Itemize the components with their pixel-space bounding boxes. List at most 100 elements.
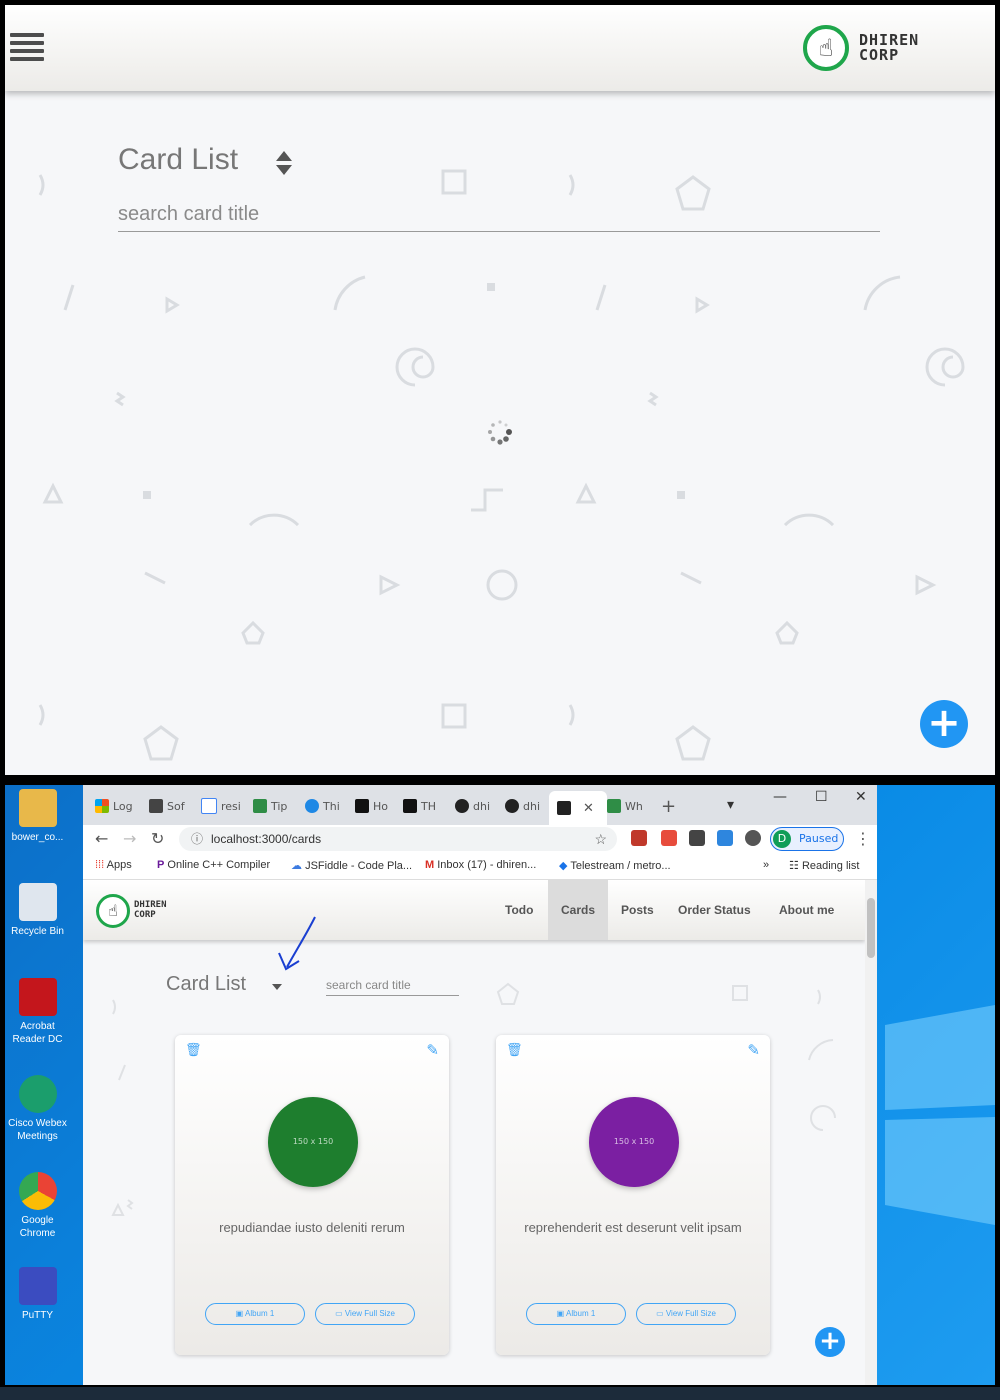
bookmark-item[interactable]: M Inbox (17) - dhiren...: [425, 859, 536, 871]
tab[interactable]: TH: [403, 793, 436, 819]
desktop-icon-label: Recycle Bin: [11, 926, 64, 937]
image-icon: ▣: [235, 1309, 245, 1318]
bookmark-star-icon[interactable]: ☆: [594, 827, 607, 851]
site-logo[interactable]: ☝ DHIREN CORP: [96, 894, 167, 928]
nav-about-me[interactable]: About me: [766, 880, 847, 940]
background-pattern: [38, 169, 965, 761]
desktop-icon-folder[interactable]: bower_co...: [5, 789, 70, 844]
tab[interactable]: Sof: [149, 793, 185, 819]
hand-pointer-icon: ☝: [96, 894, 130, 928]
tab-label: Thi: [323, 799, 340, 813]
card-thumbnail: 150 x 150: [589, 1097, 679, 1187]
profile-button[interactable]: D Paused: [770, 827, 844, 851]
extension-icon[interactable]: [661, 830, 677, 846]
extension-icon[interactable]: [717, 830, 733, 846]
card: 🗑 ✎ 150 x 150 repudiandae iusto deleniti…: [175, 1035, 449, 1355]
tab[interactable]: Log: [95, 793, 133, 819]
annotation-arrow: [278, 916, 316, 971]
desktop-icon-chrome[interactable]: Google Chrome: [5, 1172, 70, 1240]
forward-icon[interactable]: →: [123, 829, 136, 848]
react-icon: [557, 801, 571, 815]
extension-icon[interactable]: [689, 830, 705, 846]
maximize-icon[interactable]: ☐: [815, 789, 828, 805]
folder-icon: [18, 789, 57, 827]
more-menu-icon[interactable]: ⋮: [855, 829, 871, 848]
tab[interactable]: resi: [201, 793, 241, 819]
bookmark-label: Online C++ Compiler: [167, 859, 271, 871]
extension-icon[interactable]: [631, 830, 647, 846]
tab-search-icon[interactable]: ▾: [727, 797, 734, 813]
site-icon: [149, 799, 163, 813]
bookmark-item[interactable]: ◆ Telestream / metro...: [559, 859, 671, 872]
view-button-label: View Full Size: [344, 1309, 395, 1318]
add-card-button[interactable]: +: [815, 1327, 845, 1357]
mobile-header: ☝ DHIREN CORP: [5, 5, 995, 91]
search-input[interactable]: [326, 975, 459, 996]
close-tab-icon[interactable]: ✕: [583, 801, 594, 816]
webex-icon: [18, 1075, 57, 1113]
bookmark-item[interactable]: ☁ JSFiddle - Code Pla...: [291, 859, 412, 872]
browser-window: Log Sof resi Tip Thi Ho TH dhi dhi ✕ Wh …: [83, 785, 877, 1385]
search-input[interactable]: [118, 197, 880, 232]
back-icon[interactable]: ←: [95, 829, 108, 848]
chrome-icon: [18, 1172, 57, 1210]
image-icon: ▣: [556, 1309, 566, 1318]
hamburger-menu-icon[interactable]: [10, 33, 44, 63]
bookmark-label: Inbox (17) - dhiren...: [437, 859, 537, 871]
album-button[interactable]: ▣ Album 1: [205, 1303, 305, 1325]
desktop-icon-recycle-bin[interactable]: Recycle Bin: [5, 883, 70, 938]
address-bar[interactable]: ⓘ localhost:3000/cards ☆: [179, 827, 617, 851]
page-scrollbar[interactable]: [865, 880, 877, 1385]
puzzle-icon[interactable]: [745, 830, 761, 846]
logo-text: DHIREN CORP: [134, 900, 167, 920]
tab-label: resi: [221, 799, 241, 813]
logo-line-2: CORP: [134, 910, 156, 920]
tab[interactable]: dhi: [505, 793, 540, 819]
trash-icon[interactable]: 🗑: [506, 1043, 523, 1058]
tab[interactable]: Wh: [607, 793, 643, 819]
desktop-icon-label: PuTTY: [21, 1310, 54, 1321]
tab[interactable]: Ho: [355, 793, 388, 819]
tab[interactable]: Tip: [253, 793, 287, 819]
profile-status: Paused: [799, 832, 839, 845]
trash-icon[interactable]: 🗑: [185, 1043, 202, 1058]
sort-toggle-icon[interactable]: [272, 984, 282, 990]
desktop-icon-putty[interactable]: PuTTY: [5, 1267, 70, 1322]
desktop-icon-acrobat[interactable]: Acrobat Reader DC: [5, 978, 70, 1046]
mobile-view: ☝ DHIREN CORP Card List +: [5, 5, 995, 775]
card-title: reprehenderit est deserunt velit ipsam: [524, 1220, 742, 1235]
tab-label: dhi: [523, 799, 541, 813]
tab-active[interactable]: ✕: [549, 791, 607, 825]
close-window-icon[interactable]: ✕: [855, 789, 867, 805]
github-icon: [455, 799, 469, 813]
bookmark-item[interactable]: P Online C++ Compiler: [157, 859, 270, 871]
tab[interactable]: dhi: [455, 793, 490, 819]
minimize-icon[interactable]: —: [773, 789, 787, 805]
view-full-size-button[interactable]: ▭ View Full Size: [636, 1303, 736, 1325]
sort-icon[interactable]: [275, 150, 293, 176]
reading-list[interactable]: ☷ Reading list: [789, 859, 859, 872]
new-tab-button[interactable]: +: [661, 793, 676, 819]
windows-taskbar[interactable]: [0, 1387, 1000, 1400]
edit-pencil-icon[interactable]: ✎: [426, 1041, 439, 1059]
site-header: ☝ DHIREN CORP Todo Cards Posts Order Sta…: [83, 880, 865, 940]
nav-cards[interactable]: Cards: [548, 880, 609, 940]
card-thumbnail: 150 x 150: [268, 1097, 358, 1187]
nav-todo[interactable]: Todo: [492, 880, 546, 940]
bookmarks-overflow[interactable]: »: [763, 859, 769, 871]
desktop-screenshot: bower_co... Recycle Bin Acrobat Reader D…: [5, 785, 995, 1385]
album-button[interactable]: ▣ Album 1: [526, 1303, 626, 1325]
add-card-button[interactable]: +: [920, 700, 968, 748]
nav-order-status[interactable]: Order Status: [665, 880, 764, 940]
tab-label: Ho: [373, 799, 389, 813]
reload-icon[interactable]: ↻: [151, 829, 164, 848]
nav-posts[interactable]: Posts: [608, 880, 667, 940]
logo[interactable]: ☝ DHIREN CORP: [803, 25, 918, 71]
edit-pencil-icon[interactable]: ✎: [747, 1041, 760, 1059]
bookmark-apps[interactable]: ⁞⁞⁞ Apps: [95, 859, 132, 871]
tab-label: Sof: [167, 799, 185, 813]
view-full-size-button[interactable]: ▭ View Full Size: [315, 1303, 415, 1325]
scrollbar-thumb[interactable]: [867, 898, 875, 958]
desktop-icon-webex[interactable]: Cisco Webex Meetings: [5, 1075, 70, 1143]
tab[interactable]: Thi: [305, 793, 340, 819]
